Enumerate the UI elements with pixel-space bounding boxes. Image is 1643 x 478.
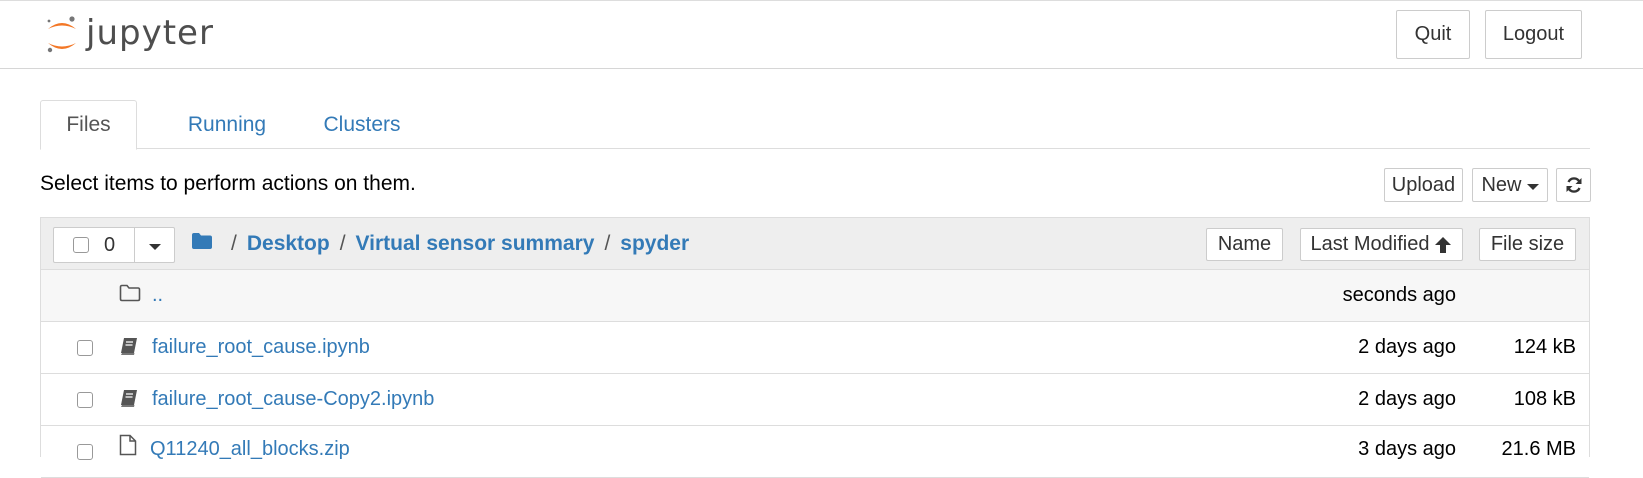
row-checkbox[interactable] <box>77 392 93 408</box>
row-checkbox[interactable] <box>77 340 93 356</box>
jupyter-logo-icon <box>47 16 76 53</box>
file-list-header: 0 / Desktop / Virtual sensor summary / s… <box>41 218 1589 270</box>
select-all-checkbox[interactable] <box>73 237 89 253</box>
caret-down-icon <box>1526 183 1539 190</box>
breadcrumb-spyder[interactable]: spyder <box>620 232 689 256</box>
sort-by-name-button[interactable]: Name <box>1206 228 1283 261</box>
file-icon <box>119 434 137 462</box>
breadcrumb-desktop[interactable]: Desktop <box>247 232 330 256</box>
file-modified: seconds ago <box>1342 284 1456 306</box>
select-all-toggle[interactable]: 0 <box>54 228 135 262</box>
jupyter-logo[interactable]: jupyter <box>44 11 214 59</box>
new-label: New <box>1481 173 1522 196</box>
file-name-link[interactable]: Q11240_all_blocks.zip <box>150 438 350 461</box>
tab-files[interactable]: Files <box>40 100 137 150</box>
list-item[interactable]: .. seconds ago <box>41 270 1589 322</box>
file-modified: 2 days ago <box>1358 388 1456 410</box>
sort-by-last-modified-button[interactable]: Last Modified <box>1300 228 1463 261</box>
file-name-link[interactable]: failure_root_cause-Copy2.ipynb <box>152 388 434 411</box>
folder-icon <box>119 284 141 308</box>
breadcrumb-separator: / <box>339 232 346 255</box>
header-bar: jupyter Quit Logout <box>0 0 1643 69</box>
select-menu-button[interactable] <box>135 228 174 262</box>
refresh-button[interactable] <box>1556 168 1591 202</box>
folder-icon[interactable] <box>191 232 213 256</box>
sort-modified-label: Last Modified <box>1310 233 1430 255</box>
list-item[interactable]: Q11240_all_blocks.zip 3 days ago 21.6 MB <box>41 426 1589 478</box>
file-size: 108 kB <box>1513 388 1576 410</box>
upload-button[interactable]: Upload <box>1384 168 1463 202</box>
file-name-link[interactable]: .. <box>152 284 163 307</box>
caret-down-icon <box>148 243 161 250</box>
file-size: 124 kB <box>1513 336 1576 358</box>
sort-by-file-size-button[interactable]: File size <box>1479 228 1576 261</box>
selection-hint: Select items to perform actions on them. <box>40 172 416 195</box>
new-dropdown-button[interactable]: New <box>1472 168 1548 202</box>
file-size: 21.6 MB <box>1501 438 1576 460</box>
file-modified: 2 days ago <box>1358 336 1456 358</box>
tab-bar: Files Running Clusters <box>40 100 1590 150</box>
selected-count: 0 <box>104 233 116 256</box>
quit-button[interactable]: Quit <box>1396 10 1470 59</box>
breadcrumb-separator: / <box>604 232 611 255</box>
file-modified: 3 days ago <box>1358 438 1456 460</box>
file-name-link[interactable]: failure_root_cause.ipynb <box>152 336 370 359</box>
notebook-icon <box>119 336 139 362</box>
tab-clusters[interactable]: Clusters <box>302 100 422 149</box>
breadcrumb-separator: / <box>231 232 237 255</box>
file-list: 0 / Desktop / Virtual sensor summary / s… <box>40 217 1590 478</box>
list-item[interactable]: failure_root_cause-Copy2.ipynb 2 days ag… <box>41 374 1589 426</box>
logo-text: jupyter <box>86 13 214 53</box>
list-item[interactable]: failure_root_cause.ipynb 2 days ago 124 … <box>41 322 1589 374</box>
notebook-icon <box>119 388 139 414</box>
arrow-up-icon <box>1435 236 1452 253</box>
breadcrumb: / Desktop / Virtual sensor summary / spy… <box>191 230 689 258</box>
select-all-group: 0 <box>53 227 175 263</box>
tab-running[interactable]: Running <box>167 100 287 149</box>
refresh-icon <box>1566 177 1581 193</box>
logout-button[interactable]: Logout <box>1485 10 1582 59</box>
row-checkbox[interactable] <box>77 444 93 460</box>
breadcrumb-virtual-sensor-summary[interactable]: Virtual sensor summary <box>356 232 595 256</box>
